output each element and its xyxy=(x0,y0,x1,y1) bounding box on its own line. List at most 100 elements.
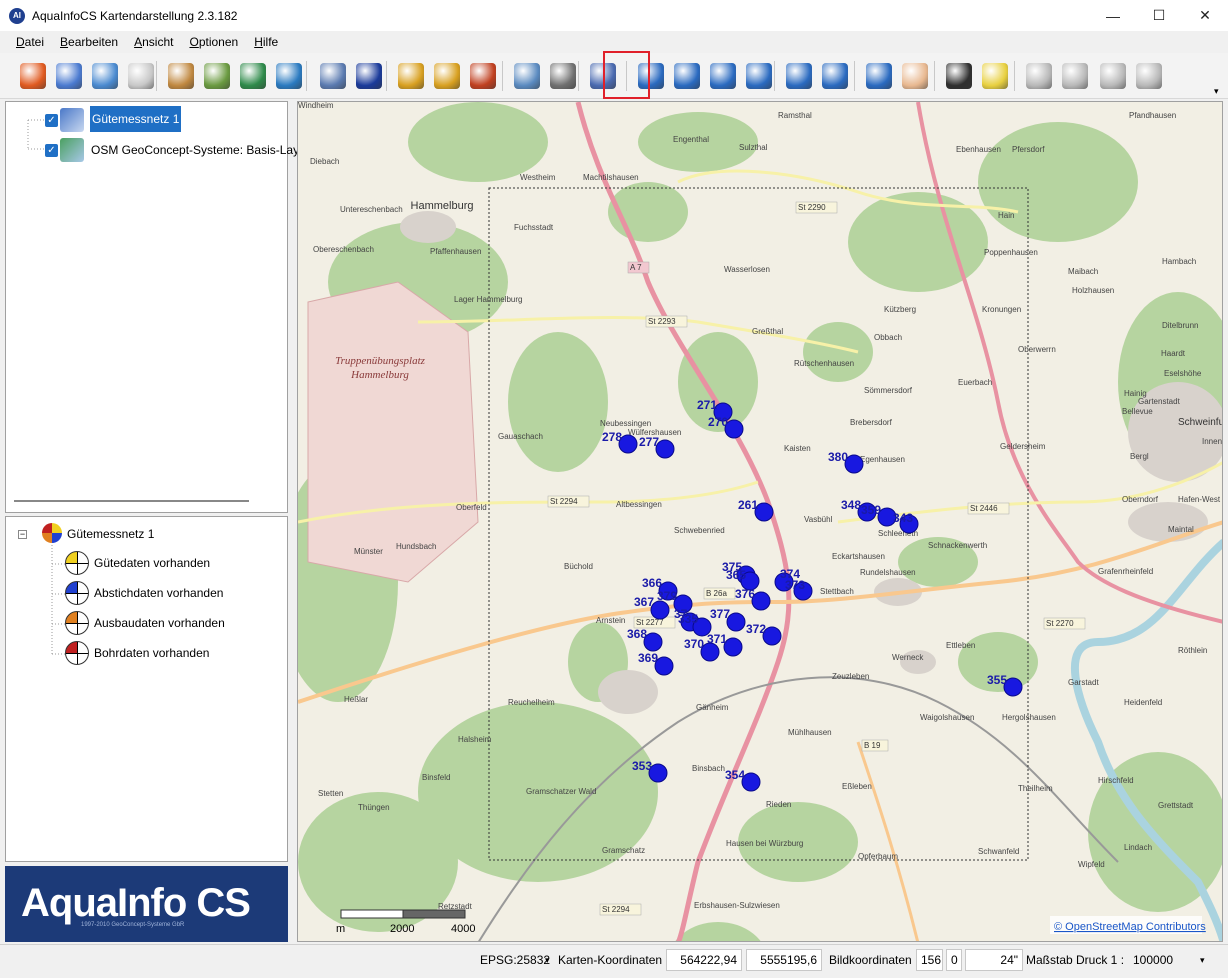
zoom-selection-button[interactable] xyxy=(862,58,896,94)
layer-item-guetemessnetz[interactable]: Gütemessnetz 1 xyxy=(90,106,182,132)
minimize-button[interactable]: — xyxy=(1090,0,1136,31)
place-label: Egenhausen xyxy=(860,455,905,464)
collapse-toggle[interactable]: − xyxy=(18,530,27,539)
place-label: Wipfeld xyxy=(1078,860,1105,869)
map-view[interactable]: Truppenübungsplatz Hammelburg Hammelburg… xyxy=(297,101,1223,942)
pan-button[interactable] xyxy=(898,58,932,94)
menu-optionen-accel: O xyxy=(189,35,199,49)
menu-datei-label: atei xyxy=(24,35,45,49)
network-edit-button[interactable] xyxy=(88,58,122,94)
layer-green-button[interactable] xyxy=(200,58,234,94)
place-label: Diebach xyxy=(310,157,339,166)
image-y-field: 0 xyxy=(946,949,962,971)
measurement-point-label: 271 xyxy=(697,398,717,412)
document-icon xyxy=(320,63,346,89)
place-label: Arnstein xyxy=(596,616,625,625)
measurement-point-label: 368 xyxy=(627,627,647,641)
measurement-point-label: 365 xyxy=(726,568,746,582)
measure-disabled-button[interactable] xyxy=(1132,58,1166,94)
close-button[interactable]: ✕ xyxy=(1182,0,1228,31)
zoom-in-button[interactable] xyxy=(706,58,740,94)
crosshair-horizontal xyxy=(66,563,88,564)
scale-selector[interactable]: 100000 xyxy=(1133,949,1173,971)
measurement-point-label: 348 xyxy=(841,498,861,512)
crosshair-horizontal xyxy=(66,623,88,624)
epsg-dropdown-icon[interactable]: ▾ xyxy=(545,949,550,971)
place-label: Holzhausen xyxy=(1072,286,1114,295)
undo-view-button[interactable] xyxy=(782,58,816,94)
attribution-link[interactable]: © OpenStreetMap Contributors xyxy=(1054,921,1206,933)
redo-view-button[interactable] xyxy=(818,58,852,94)
measurement-point-label: 372 xyxy=(746,622,766,636)
layer-disabled-button[interactable] xyxy=(124,58,158,94)
layer-tree-lines xyxy=(14,119,249,502)
scale-label: Maßstab Druck 1 : xyxy=(1026,953,1125,967)
zoom-window-button[interactable] xyxy=(670,58,704,94)
globe-button[interactable] xyxy=(272,58,306,94)
layer-globe-button[interactable] xyxy=(236,58,270,94)
logo-text: AquaInfo CS xyxy=(21,880,251,925)
place-label: Binsfeld xyxy=(422,773,450,782)
table-disabled-button[interactable] xyxy=(1058,58,1092,94)
toolbar-overflow-button[interactable]: ▾ xyxy=(1214,86,1219,97)
print-preview-button[interactable] xyxy=(510,58,544,94)
place-label: Wasserlosen xyxy=(724,265,770,274)
network-properties-icon xyxy=(20,63,46,89)
measurement-point-label: 261 xyxy=(738,498,758,512)
zoom-out-button[interactable] xyxy=(742,58,776,94)
well-disabled-button[interactable] xyxy=(1022,58,1056,94)
menu-optionen[interactable]: Optionen xyxy=(181,35,246,49)
menu-ansicht-accel: A xyxy=(134,35,143,49)
layer-checkbox-guetemessnetz[interactable]: ✓ xyxy=(45,114,58,127)
select-button[interactable] xyxy=(942,58,976,94)
measurement-point-label: 377 xyxy=(710,607,730,621)
place-label: Obereschenbach xyxy=(313,245,374,254)
measurement-point-label: 353 xyxy=(632,759,652,773)
network-add-icon xyxy=(56,63,82,89)
transfer-button[interactable] xyxy=(466,58,500,94)
maximize-button[interactable]: ☐ xyxy=(1136,0,1182,31)
document-button[interactable] xyxy=(316,58,350,94)
place-label: Erbshausen-Sulzwiesen xyxy=(694,901,780,910)
place-label: Mühlhausen xyxy=(788,728,832,737)
export-button[interactable] xyxy=(394,58,428,94)
scale-dropdown-icon[interactable]: ▾ xyxy=(1200,949,1205,971)
measure-disabled-icon xyxy=(1136,63,1162,89)
network-properties-button[interactable] xyxy=(16,58,50,94)
redo-view-icon xyxy=(822,63,848,89)
place-label: Eßleben xyxy=(842,782,872,791)
place-label: Ebenhausen xyxy=(956,145,1001,154)
place-label: Maibach xyxy=(1068,267,1098,276)
town-label-hammelburg: Hammelburg xyxy=(411,200,474,212)
menu-bearbeiten[interactable]: Bearbeiten xyxy=(52,35,126,49)
place-label: Hirschfeld xyxy=(1098,776,1134,785)
menu-datei[interactable]: Datei xyxy=(8,35,52,49)
measurement-point-label: 270 xyxy=(708,415,728,429)
info-button[interactable] xyxy=(352,58,386,94)
network-layer-icon xyxy=(60,108,84,132)
layer-item-osm[interactable]: OSM GeoConcept-Systeme: Basis-Layer: xyxy=(91,143,313,157)
menu-ansicht[interactable]: Ansicht xyxy=(126,35,181,49)
toolbar-separator xyxy=(854,61,855,91)
place-label: Ramsthal xyxy=(778,111,812,120)
road-label: St 2270 xyxy=(1046,619,1074,628)
layer-color-button[interactable] xyxy=(164,58,198,94)
place-label: Schwebenried xyxy=(674,526,725,535)
place-label: Obbach xyxy=(874,333,902,342)
menu-hilfe[interactable]: Hilfe xyxy=(246,35,286,49)
legend-item-label: Abstichdaten vorhanden xyxy=(94,586,224,600)
place-label: Zeuzleben xyxy=(832,672,869,681)
toolbar-separator xyxy=(306,61,307,91)
epsg-selector[interactable]: EPSG:25832 xyxy=(480,949,550,971)
print-button[interactable] xyxy=(546,58,580,94)
layer-checkbox-osm[interactable]: ✓ xyxy=(45,144,58,157)
place-label: Schwanfeld xyxy=(978,847,1019,856)
import-button[interactable] xyxy=(430,58,464,94)
measurement-point-label: 367 xyxy=(634,595,654,609)
crosshair-icon xyxy=(982,63,1008,89)
info-disabled-button[interactable] xyxy=(1096,58,1130,94)
toolbar-separator xyxy=(386,61,387,91)
map-canvas[interactable]: Truppenübungsplatz Hammelburg Hammelburg… xyxy=(298,102,1223,942)
crosshair-button[interactable] xyxy=(978,58,1012,94)
network-add-button[interactable] xyxy=(52,58,86,94)
